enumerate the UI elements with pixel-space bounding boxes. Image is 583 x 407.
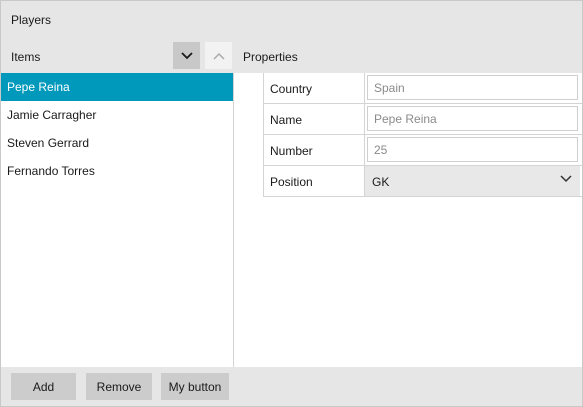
chevron-down-icon [180, 51, 193, 59]
position-label: Position [270, 175, 313, 189]
country-label: Country [270, 82, 313, 96]
remove-button[interactable]: Remove [86, 373, 152, 400]
window-title: Players [11, 13, 52, 27]
panel-header-row: Items Properties [1, 40, 582, 73]
number-label: Number [270, 144, 313, 158]
chevron-down-icon [560, 175, 572, 183]
items-header: Items [11, 50, 41, 64]
name-field[interactable] [367, 106, 578, 131]
property-row-country: Country [264, 73, 582, 104]
list-item[interactable]: Jamie Carragher [1, 101, 233, 129]
properties-header: Properties [243, 50, 298, 64]
name-label: Name [270, 113, 303, 127]
column-divider [364, 104, 365, 134]
items-list: Pepe Reina Jamie Carragher Steven Gerrar… [1, 73, 234, 367]
column-divider [364, 135, 365, 165]
number-field[interactable] [367, 137, 578, 162]
property-row-name: Name [264, 104, 582, 135]
my-button[interactable]: My button [161, 373, 229, 400]
properties-panel: Country Name Number Position GK [234, 73, 582, 367]
column-divider [364, 73, 365, 103]
button-bar: Add Remove My button [1, 367, 582, 406]
move-down-button[interactable] [173, 42, 200, 69]
players-window: Players Items Properties Pepe Reina Jami… [0, 0, 583, 407]
add-button[interactable]: Add [11, 373, 76, 400]
list-item[interactable]: Pepe Reina [1, 73, 233, 101]
position-value: GK [372, 175, 390, 189]
country-field[interactable] [367, 75, 578, 100]
position-select[interactable]: GK [365, 166, 580, 196]
list-item[interactable]: Steven Gerrard [1, 129, 233, 157]
property-grid: Country Name Number Position GK [263, 73, 582, 197]
property-row-position: Position GK [264, 166, 582, 197]
property-row-number: Number [264, 135, 582, 166]
chevron-up-icon [213, 52, 224, 59]
list-item[interactable]: Fernando Torres [1, 157, 233, 185]
title-bar: Players [1, 1, 582, 40]
move-up-button[interactable] [205, 42, 232, 69]
